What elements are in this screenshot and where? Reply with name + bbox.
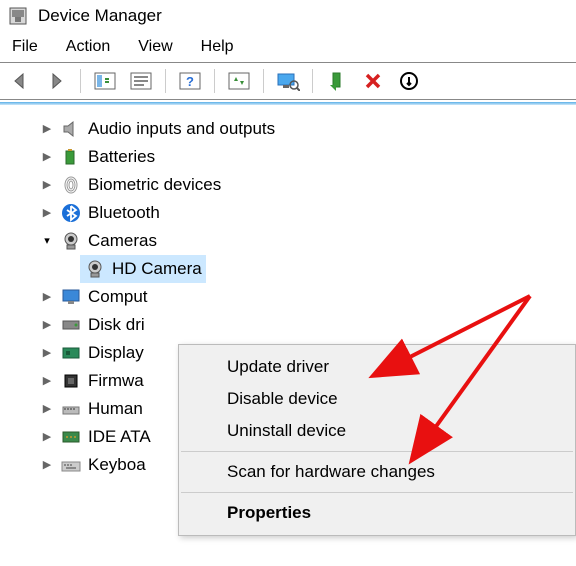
titlebar: Device Manager	[0, 0, 576, 32]
tree-item-label: Audio inputs and outputs	[88, 115, 275, 143]
svg-text:?: ?	[186, 74, 194, 89]
chevron-right-icon[interactable]: ▶	[40, 171, 54, 199]
toolbar-separator	[263, 69, 264, 93]
help-button[interactable]: ?	[176, 67, 204, 95]
chevron-right-icon[interactable]: ▶	[40, 423, 54, 451]
device-manager-icon	[8, 6, 28, 26]
camera-icon	[60, 230, 82, 252]
menu-file[interactable]: File	[12, 38, 38, 56]
properties-button[interactable]	[127, 67, 155, 95]
menu-properties[interactable]: Properties	[179, 497, 575, 529]
display-adapter-icon	[60, 342, 82, 364]
tree-item-batteries[interactable]: ▶ Batteries	[10, 143, 576, 171]
show-hidden-button[interactable]	[91, 67, 119, 95]
chevron-right-icon[interactable]: ▶	[40, 451, 54, 479]
uninstall-device-button[interactable]	[359, 67, 387, 95]
chevron-right-icon[interactable]: ▶	[40, 283, 54, 311]
keyboard-icon	[60, 454, 82, 476]
tree-item-disk[interactable]: ▶ Disk dri	[10, 311, 576, 339]
enable-device-button[interactable]	[323, 67, 351, 95]
tree-item-label: Firmwa	[88, 367, 144, 395]
update-driver-button[interactable]	[274, 67, 302, 95]
menu-divider	[181, 451, 573, 452]
chevron-right-icon[interactable]: ▶	[40, 367, 54, 395]
disable-device-button[interactable]	[395, 67, 423, 95]
toolbar: ?	[0, 62, 576, 100]
camera-icon	[84, 258, 106, 280]
tree-item-bluetooth[interactable]: ▶ Bluetooth	[10, 199, 576, 227]
chevron-down-icon[interactable]: ▾	[40, 227, 54, 255]
tree-item-audio[interactable]: ▶ Audio inputs and outputs	[10, 115, 576, 143]
tree-item-label: Comput	[88, 283, 148, 311]
disk-icon	[60, 314, 82, 336]
chevron-right-icon[interactable]: ▶	[40, 115, 54, 143]
tree-item-label: Biometric devices	[88, 171, 221, 199]
chevron-right-icon[interactable]: ▶	[40, 395, 54, 423]
tree-item-label: Display	[88, 339, 144, 367]
scan-button[interactable]	[225, 67, 253, 95]
menu-update-driver[interactable]: Update driver	[179, 351, 575, 383]
tree-item-cameras[interactable]: ▾ Cameras	[10, 227, 576, 255]
chevron-right-icon[interactable]: ▶	[40, 311, 54, 339]
chevron-right-icon[interactable]: ▶	[40, 199, 54, 227]
ide-icon	[60, 426, 82, 448]
window-title: Device Manager	[38, 6, 162, 26]
tree-item-computer[interactable]: ▶ Comput	[10, 283, 576, 311]
menu-view[interactable]: View	[138, 38, 172, 56]
fingerprint-icon	[60, 174, 82, 196]
menu-scan-hardware[interactable]: Scan for hardware changes	[179, 456, 575, 488]
tree-item-biometric[interactable]: ▶ Biometric devices	[10, 171, 576, 199]
tree-item-label: HD Camera	[112, 255, 202, 283]
back-button[interactable]	[6, 67, 34, 95]
hid-icon	[60, 398, 82, 420]
toolbar-separator	[80, 69, 81, 93]
tree-item-label: Bluetooth	[88, 199, 160, 227]
firmware-icon	[60, 370, 82, 392]
tree-item-label: IDE ATA	[88, 423, 151, 451]
menu-uninstall-device[interactable]: Uninstall device	[179, 415, 575, 447]
tree-item-label: Cameras	[88, 227, 157, 255]
monitor-icon	[60, 286, 82, 308]
chevron-right-icon[interactable]: ▶	[40, 143, 54, 171]
speaker-icon	[60, 118, 82, 140]
tree-item-label: Keyboa	[88, 451, 146, 479]
tree-item-label: Batteries	[88, 143, 155, 171]
toolbar-separator	[165, 69, 166, 93]
tree-item-hd-camera[interactable]: HD Camera	[10, 255, 576, 283]
menubar: File Action View Help	[0, 32, 576, 62]
toolbar-separator	[312, 69, 313, 93]
menu-divider	[181, 492, 573, 493]
menu-help[interactable]: Help	[201, 38, 234, 56]
battery-icon	[60, 146, 82, 168]
tree-item-label: Disk dri	[88, 311, 145, 339]
chevron-right-icon[interactable]: ▶	[40, 339, 54, 367]
context-menu: Update driver Disable device Uninstall d…	[178, 344, 576, 536]
forward-button[interactable]	[42, 67, 70, 95]
menu-action[interactable]: Action	[66, 38, 110, 56]
toolbar-separator	[214, 69, 215, 93]
bluetooth-icon	[60, 202, 82, 224]
menu-disable-device[interactable]: Disable device	[179, 383, 575, 415]
tree-item-label: Human	[88, 395, 143, 423]
selected-device[interactable]: HD Camera	[80, 255, 206, 283]
